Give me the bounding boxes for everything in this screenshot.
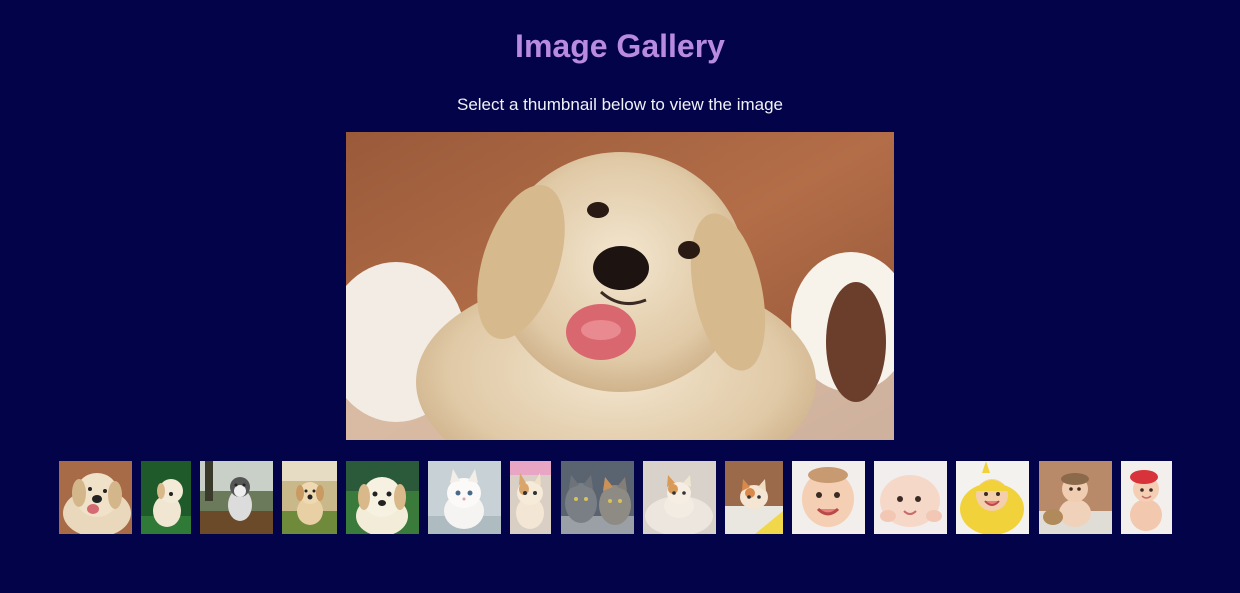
thumbnail-3[interactable]	[200, 461, 273, 534]
thumbnail-13[interactable]	[956, 461, 1029, 534]
page-title: Image Gallery	[515, 28, 725, 64]
thumbnail-15[interactable]	[1121, 461, 1172, 534]
thumbnail-4[interactable]	[282, 461, 337, 534]
kitten-photo-icon	[510, 461, 551, 534]
main-image-display	[346, 132, 894, 440]
puppy-photo-icon	[200, 461, 273, 534]
puppy-photo-icon	[346, 461, 419, 534]
kitten-photo-icon	[428, 461, 501, 534]
page-subtitle: Select a thumbnail below to view the ima…	[456, 95, 783, 114]
thumbnail-11[interactable]	[792, 461, 865, 534]
baby-photo-icon	[956, 461, 1029, 534]
thumbnail-14[interactable]	[1039, 461, 1112, 534]
kitten-photo-icon	[643, 461, 716, 534]
thumbnail-8[interactable]	[561, 461, 634, 534]
puppy-photo-icon	[346, 132, 894, 440]
thumbnail-2[interactable]	[141, 461, 191, 534]
kitten-photo-icon	[725, 461, 783, 534]
thumbnail-10[interactable]	[725, 461, 783, 534]
baby-photo-icon	[792, 461, 865, 534]
thumbnail-9[interactable]	[643, 461, 716, 534]
baby-photo-icon	[874, 461, 947, 534]
kitten-photo-icon	[561, 461, 634, 534]
baby-photo-icon	[1039, 461, 1112, 534]
puppy-photo-icon	[141, 461, 191, 534]
thumbnail-6[interactable]	[428, 461, 501, 534]
thumbnail-12[interactable]	[874, 461, 947, 534]
puppy-photo-icon	[282, 461, 337, 534]
thumbnail-1[interactable]	[59, 461, 132, 534]
gallery-page: Image Gallery Select a thumbnail below t…	[0, 0, 1240, 593]
puppy-photo-icon	[59, 461, 132, 534]
thumbnail-5[interactable]	[346, 461, 419, 534]
baby-photo-icon	[1121, 461, 1172, 534]
thumbnail-7[interactable]	[510, 461, 551, 534]
